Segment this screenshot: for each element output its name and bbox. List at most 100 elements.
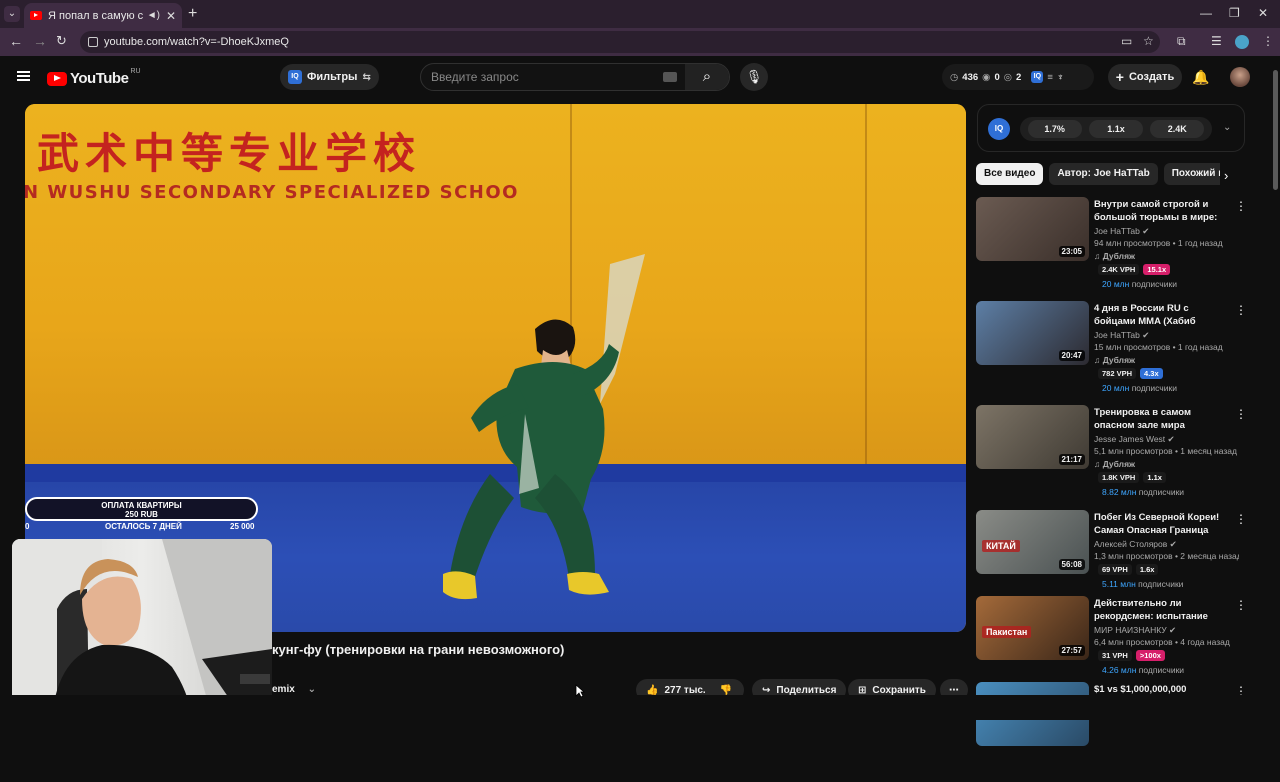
profile-icon[interactable]: [1235, 35, 1249, 49]
rec-title[interactable]: 4 дня в России RU с бойцами MMA (Хабиб Н…: [1094, 302, 1228, 328]
filters-button[interactable]: IQ Фильтры ⇆: [280, 64, 379, 90]
site-info-icon[interactable]: [88, 37, 98, 47]
vph-badge: 69 VPH: [1098, 564, 1132, 575]
video-thumbnail[interactable]: Пакистан 27:57: [976, 596, 1089, 660]
recommendation-chips: Все видеоАвтор: Joe HaTTabПохожий кон: [976, 163, 1220, 185]
new-tab-button[interactable]: +: [188, 5, 197, 23]
video-thumbnail[interactable]: КИТАЙ 56:08: [976, 510, 1089, 574]
thumbs-up-icon[interactable]: 👍: [646, 685, 658, 696]
search-button[interactable]: ⌕: [685, 64, 729, 90]
expand-chevron-icon[interactable]: ⌄: [1223, 122, 1231, 133]
rec-channel[interactable]: Joe HaTTab ✔: [1094, 330, 1234, 341]
extension-stats[interactable]: ◷ 436 ◉ 0 ◎ 2 IQ ≡ ♆: [942, 64, 1094, 90]
rec-meta: 94 млн просмотров • 1 год назад: [1094, 238, 1223, 248]
donation-max: 25 000: [230, 522, 255, 531]
address-bar[interactable]: youtube.com/watch?v=-DhoeKJxmeQ: [80, 31, 1160, 53]
channel-fragment[interactable]: emix ⌄: [272, 684, 316, 695]
youtube-play-icon: [47, 71, 67, 86]
wall-sign-chinese: 武术中等专业学校: [37, 129, 422, 178]
create-label: Создать: [1128, 71, 1175, 83]
recommended-video-card[interactable]: Пакистан 27:57 Действительно ли рекордсмен…: [976, 596, 1247, 696]
share-label: Поделиться: [776, 684, 837, 696]
subscriber-count: 20 млн подписчики: [1102, 279, 1177, 289]
close-tab-icon[interactable]: ✕: [166, 9, 176, 23]
chip-all-videos[interactable]: Все видео: [976, 163, 1044, 185]
menu-icon[interactable]: [17, 71, 30, 81]
martial-artist-figure: [443, 254, 645, 600]
video-thumbnail[interactable]: 20:47: [976, 301, 1089, 365]
iq-metric-pill: 1.1x: [1088, 120, 1143, 138]
scrollbar-thumb[interactable]: [1273, 70, 1278, 190]
more-options-icon[interactable]: ⋮: [1235, 598, 1247, 612]
tab-list-chevron-icon[interactable]: ⌄: [4, 6, 20, 22]
back-button[interactable]: ←: [9, 33, 23, 49]
recommended-video-card[interactable]: 23:05 Внутри самой строгой и большой тюрь…: [976, 197, 1247, 297]
rec-title[interactable]: Побег Из Северной Кореи! Самая Опасная Г…: [1094, 511, 1228, 537]
donation-goal-title: ОПЛАТА КВАРТИРЫ: [101, 501, 182, 510]
thumbs-down-icon[interactable]: 👎: [720, 685, 732, 696]
iq-extension-panel: IQ 1.7% 1.1x 2.4K ⌄: [977, 104, 1245, 152]
search-input[interactable]: Введите запрос ⌕: [420, 63, 730, 91]
more-options-icon[interactable]: ⋮: [1235, 407, 1247, 421]
verified-check-icon: ✔: [1142, 226, 1150, 236]
recommended-video-card[interactable]: 21:17 Тренировка в самом опасном зале мир…: [976, 405, 1247, 505]
minimize-window-icon[interactable]: —: [1200, 6, 1212, 20]
forward-button[interactable]: →: [33, 33, 47, 49]
restore-window-icon[interactable]: ❐: [1229, 6, 1240, 20]
video-duration: 21:17: [1058, 454, 1085, 465]
region-code: RU: [130, 68, 141, 75]
account-avatar[interactable]: [1230, 67, 1250, 87]
channel-name: emix: [272, 684, 295, 695]
chip-similar[interactable]: Похожий кон: [1163, 163, 1220, 185]
bookmark-star-icon[interactable]: ☆: [1143, 34, 1154, 48]
video-thumbnail[interactable]: 21:17: [976, 405, 1089, 469]
notifications-bell-icon[interactable]: 🔔: [1192, 69, 1209, 86]
create-button[interactable]: + Создать: [1108, 64, 1182, 90]
donation-remaining: ОСТАЛОСЬ 7 ДНЕЙ: [105, 522, 182, 531]
rec-channel[interactable]: Алексей Столяров ✔: [1094, 539, 1234, 550]
rec-meta: 5,1 млн просмотров • 1 месяц назад: [1094, 446, 1237, 456]
recommended-video-card[interactable]: КИТАЙ 56:08 Побег Из Северной Кореи! Самая…: [976, 510, 1247, 610]
rec-channel[interactable]: МИР НАИЗНАНКУ ✔: [1094, 625, 1234, 636]
video-title: кунг-фу (тренировки на грани невозможног…: [272, 642, 565, 657]
iq-metric-pill: 1.7%: [1027, 120, 1082, 138]
voice-search-mic-icon[interactable]: 🎙: [740, 63, 768, 91]
tab-title: Я попал в самую смертоносную: [48, 9, 143, 22]
youtube-logo[interactable]: YouTube RU: [47, 68, 141, 87]
browser-menu-icon[interactable]: ⋮: [1262, 34, 1274, 48]
rec-channel[interactable]: Joe HaTTab ✔: [1094, 226, 1234, 237]
dub-icon: ♫: [1094, 251, 1101, 261]
eye-icon: ◉: [982, 71, 991, 83]
reload-button[interactable]: ↻: [56, 33, 67, 49]
reading-list-icon[interactable]: ☰: [1211, 34, 1222, 48]
keyboard-icon[interactable]: [663, 72, 677, 82]
more-options-icon[interactable]: ⋮: [1235, 199, 1247, 213]
iq-logo-icon[interactable]: IQ: [988, 118, 1010, 140]
recommended-video-card[interactable]: 20:47 4 дня в России RU с бойцами MMA (Ха…: [976, 301, 1247, 401]
chevron-down-icon: ⌄: [307, 684, 316, 695]
rec-title[interactable]: Внутри самой строгой и большой тюрьмы в …: [1094, 198, 1228, 224]
more-options-icon[interactable]: ⋮: [1235, 303, 1247, 317]
plus-icon: +: [1115, 69, 1124, 85]
cast-icon[interactable]: ▭: [1121, 34, 1132, 48]
browser-tab[interactable]: Я попал в самую смертоносную ◄) ✕: [24, 3, 182, 28]
extensions-icon[interactable]: ⧉: [1177, 34, 1186, 49]
subscriber-count: 4.26 млн подписчики: [1102, 665, 1185, 675]
audio-playing-icon[interactable]: ◄): [147, 10, 160, 21]
youtube-favicon-icon: [30, 11, 42, 20]
rec-channel[interactable]: Jesse James West ✔: [1094, 434, 1234, 445]
video-thumbnail[interactable]: 23:05: [976, 197, 1089, 261]
rec-title[interactable]: Действительно ли рекордсмен: испытание д…: [1094, 597, 1228, 623]
page-scrollbar[interactable]: [1271, 58, 1280, 692]
video-duration: 56:08: [1058, 559, 1085, 570]
multiplier-badge: >100x: [1135, 650, 1165, 661]
logo-text: YouTube: [70, 70, 129, 87]
chip-author[interactable]: Автор: Joe HaTTab: [1049, 163, 1158, 185]
chevron-right-icon[interactable]: ›: [1224, 168, 1228, 183]
search-placeholder: Введите запрос: [431, 70, 519, 84]
rec-title[interactable]: Тренировка в самом опасном зале мира (Di…: [1094, 406, 1228, 432]
iq-metrics: 1.7% 1.1x 2.4K: [1020, 117, 1212, 141]
dub-icon: ♫: [1094, 459, 1101, 469]
close-window-icon[interactable]: ✕: [1258, 6, 1268, 20]
more-options-icon[interactable]: ⋮: [1235, 512, 1247, 526]
